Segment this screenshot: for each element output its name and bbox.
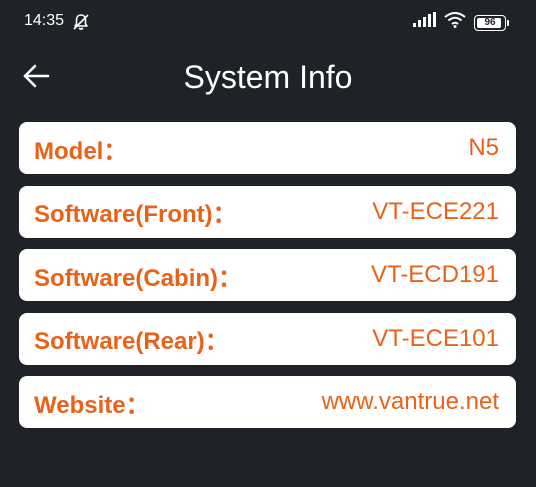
battery-cap <box>507 19 509 26</box>
info-label: Website： <box>34 391 150 419</box>
signal-icon <box>412 12 436 33</box>
bell-off-icon <box>72 13 90 36</box>
info-row-website[interactable]: Website： www.vantrue.net <box>19 376 516 428</box>
info-row-software-cabin: Software(Cabin)： VT-ECD191 <box>19 249 516 301</box>
info-row-model: Model： N5 <box>19 122 516 174</box>
status-time: 14:35 <box>24 12 65 29</box>
wifi-icon <box>444 12 466 33</box>
page-title: System Info <box>183 59 353 95</box>
info-value: N5 <box>468 134 499 161</box>
info-row-software-rear: Software(Rear)： VT-ECE101 <box>19 312 516 365</box>
info-list: Model： N5 Software(Front)： VT-ECE221 Sof… <box>19 122 516 440</box>
info-row-software-front: Software(Front)： VT-ECE221 <box>19 185 516 238</box>
website-link[interactable]: www.vantrue.net <box>322 388 499 416</box>
info-label: Model： <box>34 137 128 165</box>
info-label: Software(Cabin)： <box>34 264 243 292</box>
status-icons: 96 <box>412 12 509 33</box>
battery-level: 96 <box>484 17 496 28</box>
info-label: Software(Front)： <box>34 201 237 228</box>
info-value: VT-ECD191 <box>370 261 499 288</box>
info-value: VT-ECE101 <box>372 324 499 352</box>
info-value: VT-ECE221 <box>372 197 499 225</box>
info-label: Software(Rear)： <box>34 328 229 355</box>
status-bar: 14:35 96 <box>0 0 536 44</box>
header: System Info <box>0 50 536 108</box>
battery-icon: 96 <box>474 14 509 31</box>
